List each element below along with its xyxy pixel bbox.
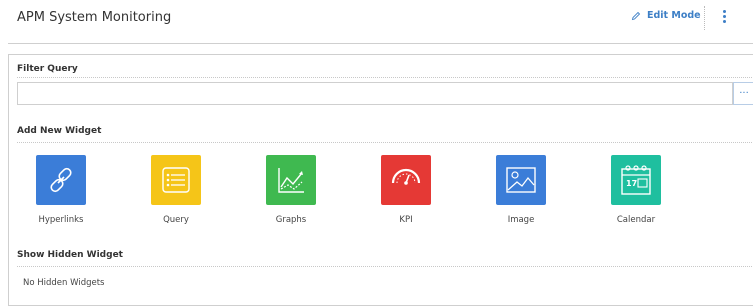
more-options-icon[interactable] — [718, 8, 730, 26]
no-hidden-widgets-text: No Hidden Widgets — [23, 278, 105, 288]
header-divider — [704, 6, 705, 30]
gauge-icon — [381, 155, 431, 205]
calendar-icon: 17 — [611, 155, 661, 205]
widget-calendar[interactable]: 17 Calendar — [601, 155, 671, 225]
page-title: APM System Monitoring — [17, 10, 172, 25]
widget-image[interactable]: Image — [486, 155, 556, 225]
widget-label: Hyperlinks — [38, 215, 84, 225]
widget-graphs[interactable]: Graphs — [256, 155, 326, 225]
edit-mode-label: Edit Mode — [647, 10, 701, 21]
image-icon — [496, 155, 546, 205]
section-divider — [17, 77, 753, 78]
filter-query-input[interactable] — [17, 82, 733, 105]
widget-kpi[interactable]: KPI — [371, 155, 441, 225]
filter-query-title: Filter Query — [17, 64, 78, 74]
link-icon — [36, 155, 86, 205]
add-widget-title: Add New Widget — [17, 126, 102, 136]
widget-label: Graphs — [275, 215, 307, 225]
line-chart-icon — [266, 155, 316, 205]
section-divider — [17, 266, 753, 267]
page-header: APM System Monitoring Edit Mode — [0, 0, 753, 42]
widget-hyperlinks[interactable]: Hyperlinks — [26, 155, 96, 225]
widget-label: Calendar — [616, 215, 656, 225]
section-divider — [17, 142, 753, 143]
list-icon — [151, 155, 201, 205]
widget-panel: Filter Query ... Add New Widget Hyperlin… — [8, 54, 753, 306]
svg-text:17: 17 — [626, 179, 637, 188]
widget-label: Image — [507, 215, 535, 225]
pencil-icon — [631, 11, 641, 20]
filter-query-browse-button[interactable]: ... — [733, 82, 753, 105]
widget-query[interactable]: Query — [141, 155, 211, 225]
edit-mode-button[interactable]: Edit Mode — [631, 10, 701, 21]
widget-label: KPI — [399, 215, 413, 225]
widget-label: Query — [163, 215, 189, 225]
hidden-widget-title: Show Hidden Widget — [17, 250, 123, 260]
header-divider-line — [8, 43, 753, 44]
